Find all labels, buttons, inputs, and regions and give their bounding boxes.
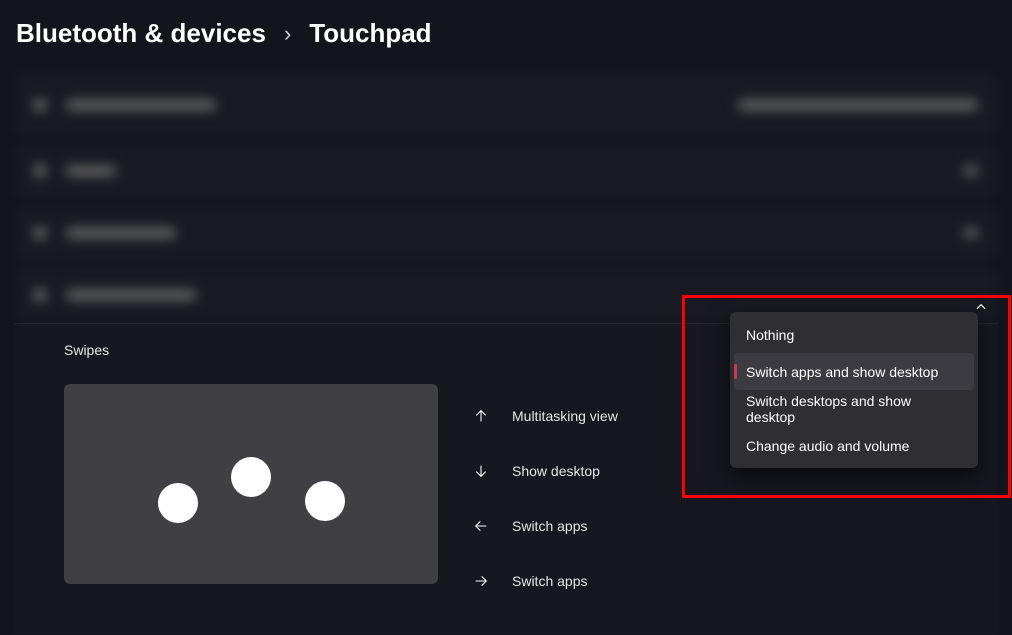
swipe-actions-list: Multitasking view Show desktop Switch ap… xyxy=(472,384,618,608)
swipe-right-row[interactable]: Switch apps xyxy=(472,553,618,608)
chevron-up-icon[interactable] xyxy=(974,300,988,319)
arrow-right-icon xyxy=(472,572,490,590)
setting-row-blurred[interactable] xyxy=(14,143,998,199)
touchpad-preview xyxy=(64,384,438,584)
breadcrumb-separator-icon: › xyxy=(284,21,291,47)
dropdown-option[interactable]: Nothing xyxy=(734,316,974,353)
swipe-left-row[interactable]: Switch apps xyxy=(472,498,618,553)
finger-dot-icon xyxy=(158,483,198,523)
breadcrumb: Bluetooth & devices › Touchpad xyxy=(0,0,1012,73)
swipe-up-row[interactable]: Multitasking view xyxy=(472,388,618,443)
swipe-left-label: Switch apps xyxy=(512,518,587,534)
finger-dot-icon xyxy=(231,457,271,497)
arrow-left-icon xyxy=(472,517,490,535)
swipe-down-row[interactable]: Show desktop xyxy=(472,443,618,498)
setting-row-blurred[interactable] xyxy=(14,73,998,137)
dropdown-option[interactable]: Change audio and volume xyxy=(734,427,974,464)
swipe-up-label: Multitasking view xyxy=(512,408,618,424)
arrow-up-icon xyxy=(472,407,490,425)
arrow-down-icon xyxy=(472,462,490,480)
dropdown-option[interactable]: Switch apps and show desktop xyxy=(734,353,974,390)
swipe-options-dropdown[interactable]: NothingSwitch apps and show desktopSwitc… xyxy=(730,312,978,468)
breadcrumb-current: Touchpad xyxy=(309,18,431,49)
swipe-down-label: Show desktop xyxy=(512,463,600,479)
finger-dot-icon xyxy=(305,481,345,521)
breadcrumb-parent[interactable]: Bluetooth & devices xyxy=(16,18,266,49)
swipe-right-label: Switch apps xyxy=(512,573,587,589)
setting-row-blurred[interactable] xyxy=(14,205,998,261)
dropdown-option[interactable]: Switch desktops and show desktop xyxy=(734,390,974,427)
